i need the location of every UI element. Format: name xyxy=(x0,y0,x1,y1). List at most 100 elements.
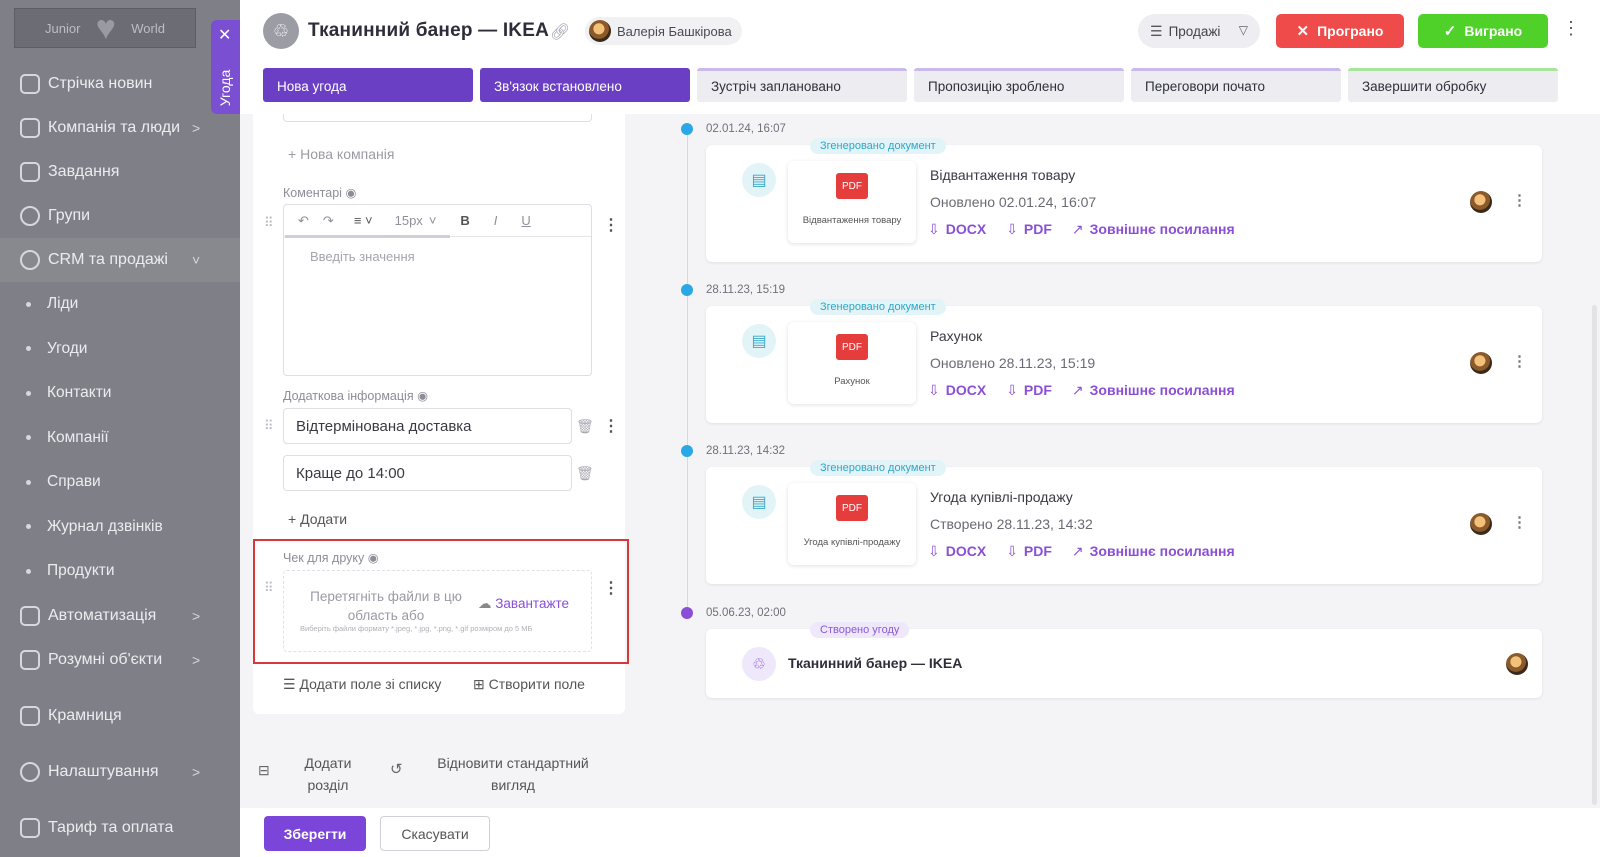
won-button[interactable]: ✓ Виграно xyxy=(1418,14,1548,48)
timeline-document-card: Згенеровано документ ▤ PDF Рахунок Рахун… xyxy=(706,299,1542,423)
logo[interactable]: Junior ♥ World xyxy=(14,8,196,48)
nav-crm-sales[interactable]: CRM та продажі ˅ xyxy=(0,238,240,282)
align-icon[interactable]: ≡ ˅ xyxy=(354,213,373,228)
avatar xyxy=(589,20,611,42)
link-label: Зовнішнє посилання xyxy=(1089,543,1235,559)
check-circle-icon: ✓ xyxy=(1443,23,1457,40)
document-updated: Створено 28.11.23, 14:32 xyxy=(930,516,1093,532)
more-vertical-icon[interactable]: ⋮ xyxy=(1512,352,1527,370)
download-docx-link[interactable]: ⇩ DOCX xyxy=(928,382,986,399)
bold-icon[interactable]: B xyxy=(460,213,469,228)
external-link[interactable]: ↗ Зовнішнє посилання xyxy=(1072,382,1235,399)
company-field[interactable] xyxy=(283,114,592,122)
comments-label: Коментарі ◉ xyxy=(283,185,356,200)
thumbnail-caption: Угода купівлі-продажу xyxy=(803,537,901,548)
nav-sub-contacts[interactable]: Контакти xyxy=(0,371,240,416)
more-vertical-icon[interactable]: ⋮ xyxy=(1512,191,1527,209)
nav-tasks[interactable]: Завдання xyxy=(0,150,240,194)
upload-cloud-icon: ☁ xyxy=(478,596,496,611)
bolt-icon xyxy=(20,605,40,626)
nav-sub-products[interactable]: Продукти xyxy=(0,549,240,594)
drag-handle-icon[interactable]: ⠿ xyxy=(264,580,273,596)
stage-new-deal[interactable]: Нова угода xyxy=(263,68,473,102)
nav-sub-deals[interactable]: Угоди xyxy=(0,327,240,372)
more-vertical-icon[interactable]: ⋮ xyxy=(603,416,619,436)
download-pdf-link[interactable]: ⇩ PDF xyxy=(1006,221,1052,238)
nav-settings[interactable]: Налаштування > xyxy=(0,750,240,794)
undo-icon[interactable]: ↶ xyxy=(298,213,309,229)
more-vertical-icon[interactable]: ⋮ xyxy=(603,578,619,598)
extra-info-label-text: Додаткова інформація xyxy=(283,389,414,403)
download-docx-link[interactable]: ⇩ DOCX xyxy=(928,221,986,238)
document-updated: Оновлено 02.01.24, 16:07 xyxy=(930,194,1097,210)
more-vertical-icon[interactable]: ⋮ xyxy=(1512,513,1527,531)
drag-handle-icon[interactable]: ⠿ xyxy=(264,215,273,231)
create-field-icon: ⊞ xyxy=(473,676,489,692)
extra-info-input-2[interactable]: Краще до 14:00 xyxy=(283,455,572,491)
underline-icon[interactable]: U xyxy=(521,213,530,228)
stage-proposal-made[interactable]: Пропозицію зроблено xyxy=(914,68,1124,102)
nav-sub-companies[interactable]: Компанії xyxy=(0,416,240,461)
close-icon[interactable]: ✕ xyxy=(218,28,231,44)
cloud-download-icon: ⇩ xyxy=(1006,382,1018,398)
users-icon xyxy=(20,206,40,226)
comments-editor[interactable]: ↶ ↷ ≡ ˅ 15px ˅ B I U Введіть значення xyxy=(283,204,592,376)
external-link[interactable]: ↗ Зовнішнє посилання xyxy=(1072,221,1235,238)
eye-icon: ◉ xyxy=(345,186,357,200)
add-field-from-list-button[interactable]: ☰ Додати поле зі списку xyxy=(283,676,441,693)
font-size-select[interactable]: 15px xyxy=(395,213,423,228)
more-vertical-icon[interactable]: ⋮ xyxy=(603,215,619,235)
italic-icon[interactable]: I xyxy=(494,213,498,228)
nav-store[interactable]: Крамниця xyxy=(0,694,240,738)
upload-link[interactable]: ☁ Завантажте xyxy=(478,596,569,612)
drag-handle-icon[interactable]: ⠿ xyxy=(264,418,273,434)
document-thumbnail[interactable]: PDF Відвантаження товару xyxy=(788,161,916,243)
eye-icon: ◉ xyxy=(367,551,379,565)
scrollbar[interactable] xyxy=(1592,305,1597,805)
receipt-label: Чек для друку ◉ xyxy=(283,550,379,565)
trash-icon[interactable]: 🗑︎ xyxy=(576,465,594,482)
redo-icon[interactable]: ↷ xyxy=(323,213,334,229)
extra-info-input-1[interactable]: Відтермінована доставка xyxy=(283,408,572,444)
stage-negotiations-started[interactable]: Переговори почато xyxy=(1131,68,1341,102)
restore-line-2: вигляд xyxy=(491,777,535,793)
avatar xyxy=(1470,513,1492,535)
download-pdf-link[interactable]: ⇩ PDF xyxy=(1006,543,1052,560)
link-label: PDF xyxy=(1023,221,1052,237)
trash-icon[interactable]: 🗑︎ xyxy=(576,418,594,435)
download-pdf-link[interactable]: ⇩ PDF xyxy=(1006,382,1052,399)
nav-smart-objects[interactable]: Розумні об'єкти > xyxy=(0,638,240,682)
nav-groups[interactable]: Групи xyxy=(0,194,240,238)
document-thumbnail[interactable]: PDF Угода купівлі-продажу xyxy=(788,483,916,565)
nav-sub-leads[interactable]: Ліди xyxy=(0,282,240,327)
deal-side-tab[interactable]: ✕ Угода xyxy=(211,20,240,114)
download-docx-link[interactable]: ⇩ DOCX xyxy=(928,543,986,560)
nav-company-people[interactable]: Компанія та люди > xyxy=(0,106,240,150)
document-thumbnail[interactable]: PDF Рахунок xyxy=(788,322,916,404)
file-dropzone[interactable]: Перетягніть файли в цю область або ☁ Зав… xyxy=(283,570,592,652)
restore-default-view-button[interactable]: Відновити стандартний вигляд xyxy=(426,752,600,796)
pipeline-select[interactable]: ☰ Продажі ▽ xyxy=(1138,14,1260,48)
stage-finish-processing[interactable]: Завершити обробку xyxy=(1348,68,1558,102)
create-field-button[interactable]: ⊞ Створити поле xyxy=(473,676,585,693)
smart-objects-icon xyxy=(20,649,40,670)
nav-sub-call-log[interactable]: Журнал дзвінків xyxy=(0,505,240,550)
nav-sub-activities[interactable]: Справи xyxy=(0,460,240,505)
nav-news-feed[interactable]: Стрічка новин xyxy=(0,62,240,106)
stage-meeting-scheduled[interactable]: Зустріч заплановано xyxy=(697,68,907,102)
new-company-button[interactable]: + Нова компанія xyxy=(288,146,394,162)
link-icon[interactable]: 🔗︎ xyxy=(550,22,570,42)
nav-label: Розумні об'єкти xyxy=(48,650,163,668)
more-vertical-icon[interactable]: ⋮ xyxy=(1562,18,1580,39)
thumbnail-caption: Рахунок xyxy=(834,376,870,387)
add-section-button[interactable]: Додати розділ xyxy=(292,752,364,796)
stage-contact-established[interactable]: Зв'язок встановлено xyxy=(480,68,690,102)
responsible-user-chip[interactable]: Валерія Башкірова xyxy=(585,17,742,45)
nav-automation[interactable]: Автоматизація > xyxy=(0,594,240,638)
cancel-button[interactable]: Скасувати xyxy=(380,816,490,851)
save-button[interactable]: Зберегти xyxy=(264,816,366,851)
nav-billing[interactable]: Тариф та оплата xyxy=(0,806,240,850)
lost-button[interactable]: ✕ Програно xyxy=(1276,14,1404,48)
add-value-button[interactable]: + Додати xyxy=(288,511,347,527)
external-link[interactable]: ↗ Зовнішнє посилання xyxy=(1072,543,1235,560)
